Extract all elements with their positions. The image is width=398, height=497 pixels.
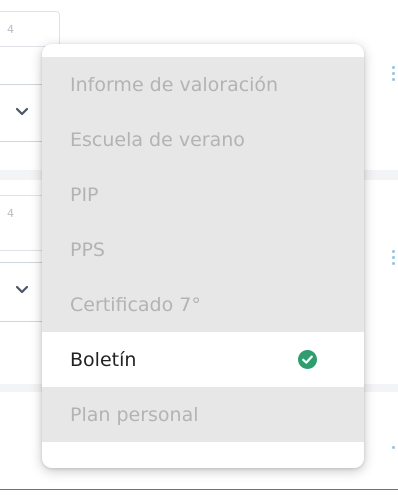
more-options-icon[interactable]: [392, 250, 396, 268]
option-informe-de-valoracion[interactable]: Informe de valoración: [42, 57, 364, 112]
option-escuela-de-verano[interactable]: Escuela de verano: [42, 112, 364, 167]
more-options-icon[interactable]: [392, 66, 396, 84]
option-label: PIP: [70, 183, 99, 206]
option-certificado-7[interactable]: Certificado 7°: [42, 277, 364, 332]
chevron-down-icon: [15, 285, 29, 294]
option-pps[interactable]: PPS: [42, 222, 364, 277]
option-plan-personal[interactable]: Plan personal: [42, 387, 364, 442]
option-label: Informe de valoración: [70, 73, 279, 96]
chevron-down-icon: [15, 107, 29, 116]
document-type-dropdown: Informe de valoración Escuela de verano …: [42, 44, 364, 468]
option-pip[interactable]: PIP: [42, 167, 364, 222]
option-label: Plan personal: [70, 403, 199, 426]
option-label: Boletín: [70, 348, 137, 371]
dropdown-options: Informe de valoración Escuela de verano …: [42, 57, 364, 442]
option-label: PPS: [70, 238, 105, 261]
background-field-top[interactable]: 4: [0, 11, 60, 47]
check-circle-icon: [298, 350, 317, 369]
option-label: Certificado 7°: [70, 293, 201, 316]
divider: [0, 489, 398, 490]
option-boletin[interactable]: Boletín: [42, 332, 364, 387]
option-label: Escuela de verano: [70, 128, 245, 151]
more-options-icon[interactable]: [392, 446, 396, 452]
